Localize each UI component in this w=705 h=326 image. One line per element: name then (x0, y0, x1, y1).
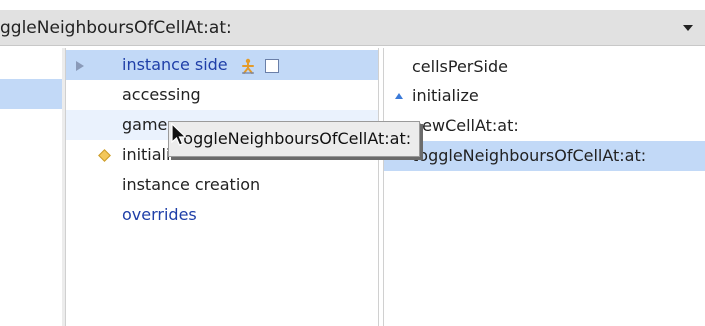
method-item-label: toggleNeighboursOfCellAt:at: (412, 146, 647, 165)
chevron-down-icon[interactable] (683, 25, 693, 31)
override-diamond-icon (98, 149, 111, 162)
method-item-newCellAt[interactable]: newCellAt:at: (384, 111, 705, 141)
class-list-item-selected[interactable] (0, 79, 62, 109)
person-icon (241, 58, 254, 74)
protocol-list-pane[interactable]: instance side accessing game initializat… (65, 48, 379, 326)
tooltip-text: toggleNeighboursOfCellAt:at: (177, 129, 412, 148)
method-item-label: initialize (412, 86, 479, 105)
class-side-checkbox[interactable] (264, 58, 279, 73)
protocol-item-label: instance side (122, 55, 228, 74)
protocol-item-instance-side[interactable]: instance side (66, 50, 378, 80)
protocol-item-label: instance creation (122, 175, 261, 194)
mouse-cursor-icon (171, 123, 187, 146)
method-list-pane[interactable]: cellsPerSide initialize newCellAt:at: to… (383, 48, 705, 326)
protocol-item-label: overrides (122, 205, 197, 224)
method-item-initialize[interactable]: initialize (384, 81, 705, 111)
method-item-toggleNeighbours[interactable]: toggleNeighboursOfCellAt:at: (384, 141, 705, 171)
protocol-item-overrides[interactable]: overrides (66, 200, 378, 230)
method-item-label: newCellAt:at: (412, 116, 519, 135)
protocol-item-label: accessing (122, 85, 201, 104)
class-list-pane[interactable] (0, 48, 62, 326)
method-title: ggleNeighboursOfCellAt:at: (0, 18, 232, 38)
protocol-item-instance-creation[interactable]: instance creation (66, 170, 378, 200)
method-header-bar: ggleNeighboursOfCellAt:at: (0, 10, 705, 46)
method-item-cellsPerSide[interactable]: cellsPerSide (384, 52, 705, 82)
method-tooltip: toggleNeighboursOfCellAt:at: (168, 121, 421, 157)
method-item-label: cellsPerSide (412, 57, 508, 76)
expand-arrow-icon[interactable] (76, 61, 84, 71)
protocol-item-label: game (122, 115, 168, 134)
protocol-item-accessing[interactable]: accessing (66, 80, 378, 110)
super-override-arrow-icon (395, 93, 403, 99)
